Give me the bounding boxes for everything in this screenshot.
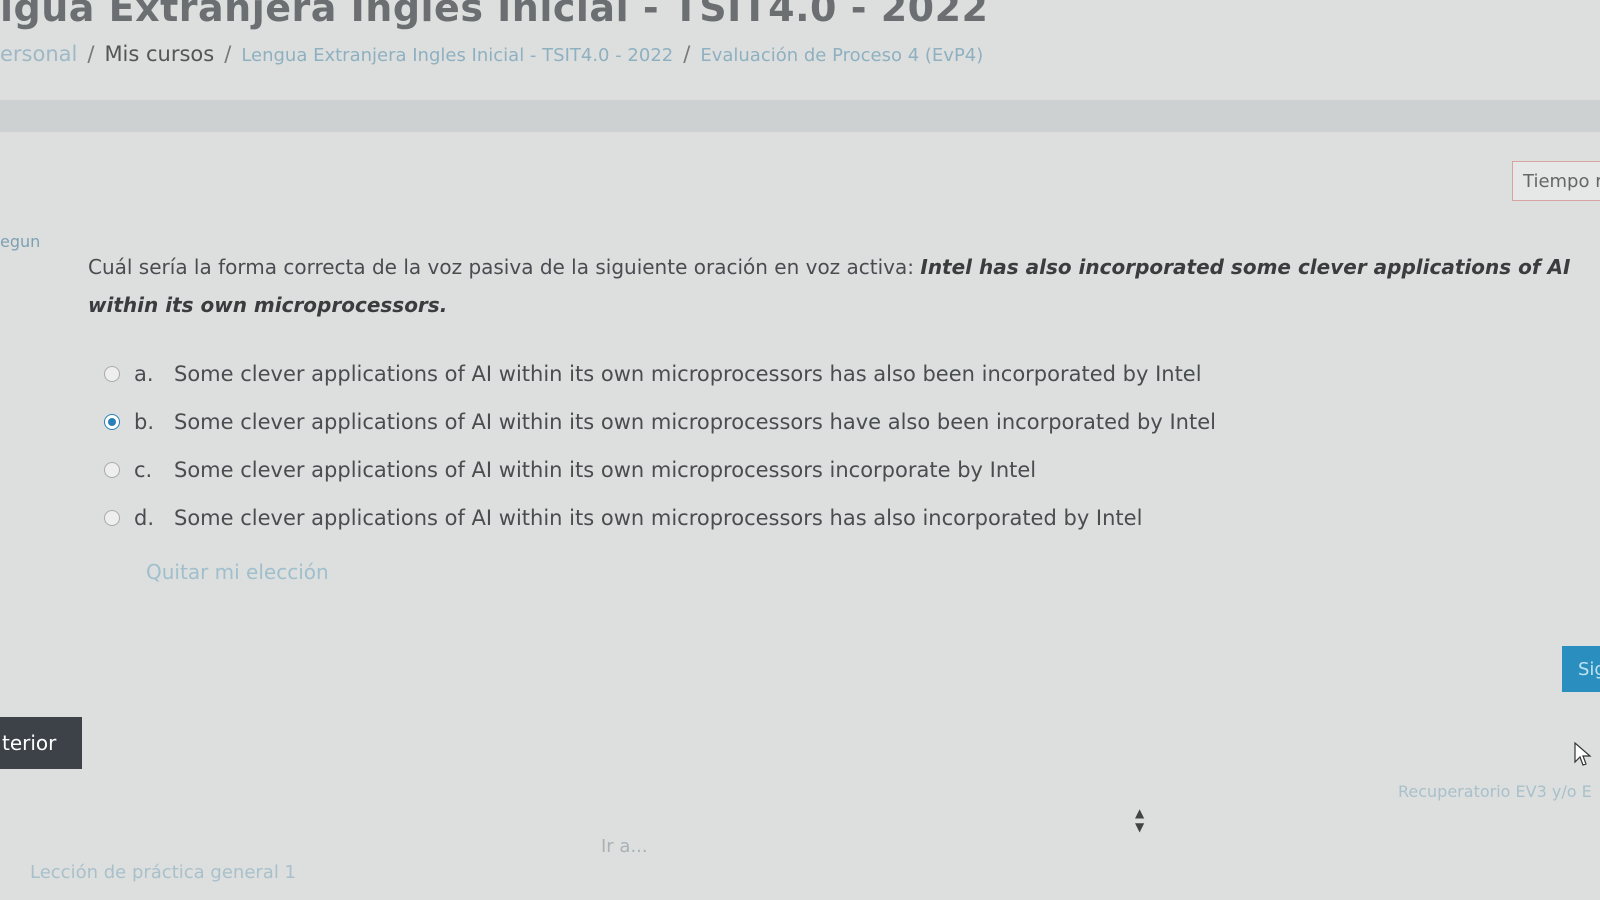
- previous-activity-link[interactable]: Lección de práctica general 1: [30, 862, 296, 883]
- question-prompt: Cuál sería la forma correcta de la voz p…: [88, 255, 921, 279]
- breadcrumb-separator: /: [683, 42, 691, 66]
- next-activity-link[interactable]: Recuperatorio EV3 y/o E: [1398, 782, 1592, 801]
- option-letter: d.: [134, 506, 155, 530]
- option-letter: a.: [134, 362, 154, 386]
- previous-page-button[interactable]: terior: [0, 717, 82, 769]
- timer-box: Tiempo r: [1512, 161, 1600, 201]
- option-text: Some clever applications of AI within it…: [174, 506, 1143, 530]
- option-letter: b.: [134, 410, 155, 434]
- breadcrumb-item-personal[interactable]: ersonal: [0, 42, 77, 66]
- answer-option-a[interactable]: a. Some clever applications of AI within…: [104, 350, 1216, 398]
- breadcrumb: ersonal / Mis cursos / Lengua Extranjera Ing…: [0, 42, 983, 66]
- option-text: Some clever applications of AI within it…: [174, 362, 1202, 386]
- select-arrows-icon[interactable]: ▲ ▼: [1135, 806, 1144, 834]
- radio-button-d[interactable]: [104, 510, 120, 526]
- answer-option-d[interactable]: d. Some clever applications of AI within…: [104, 494, 1216, 542]
- answer-option-c[interactable]: c. Some clever applications of AI within…: [104, 446, 1216, 494]
- question-label: egun: [0, 232, 41, 251]
- answer-option-b[interactable]: b. Some clever applications of AI within…: [104, 398, 1216, 446]
- page-title: igua Extranjera Ingles Inicial - TSIT4.0…: [0, 0, 989, 30]
- mouse-cursor-icon: [1574, 742, 1592, 766]
- question-text: Cuál sería la forma correcta de la voz p…: [88, 248, 1578, 324]
- breadcrumb-item-evaluation[interactable]: Evaluación de Proceso 4 (EvP4): [700, 45, 983, 66]
- breadcrumb-separator: /: [224, 42, 232, 66]
- radio-button-b[interactable]: [104, 414, 120, 430]
- clear-choice-link[interactable]: Quitar mi elección: [146, 560, 329, 584]
- radio-button-c[interactable]: [104, 462, 120, 478]
- option-text: Some clever applications of AI within it…: [174, 458, 1037, 482]
- answer-options: a. Some clever applications of AI within…: [104, 350, 1216, 542]
- header-band: [0, 100, 1600, 132]
- next-page-button[interactable]: Sig: [1562, 646, 1600, 692]
- radio-button-a[interactable]: [104, 366, 120, 382]
- option-text: Some clever applications of AI within it…: [174, 410, 1216, 434]
- breadcrumb-separator: /: [87, 42, 95, 66]
- option-letter: c.: [134, 458, 153, 482]
- breadcrumb-item-mis-cursos[interactable]: Mis cursos: [104, 42, 214, 66]
- breadcrumb-item-course[interactable]: Lengua Extranjera Ingles Inicial - TSIT4…: [241, 45, 673, 66]
- jump-to-select[interactable]: Ir a...: [601, 836, 648, 857]
